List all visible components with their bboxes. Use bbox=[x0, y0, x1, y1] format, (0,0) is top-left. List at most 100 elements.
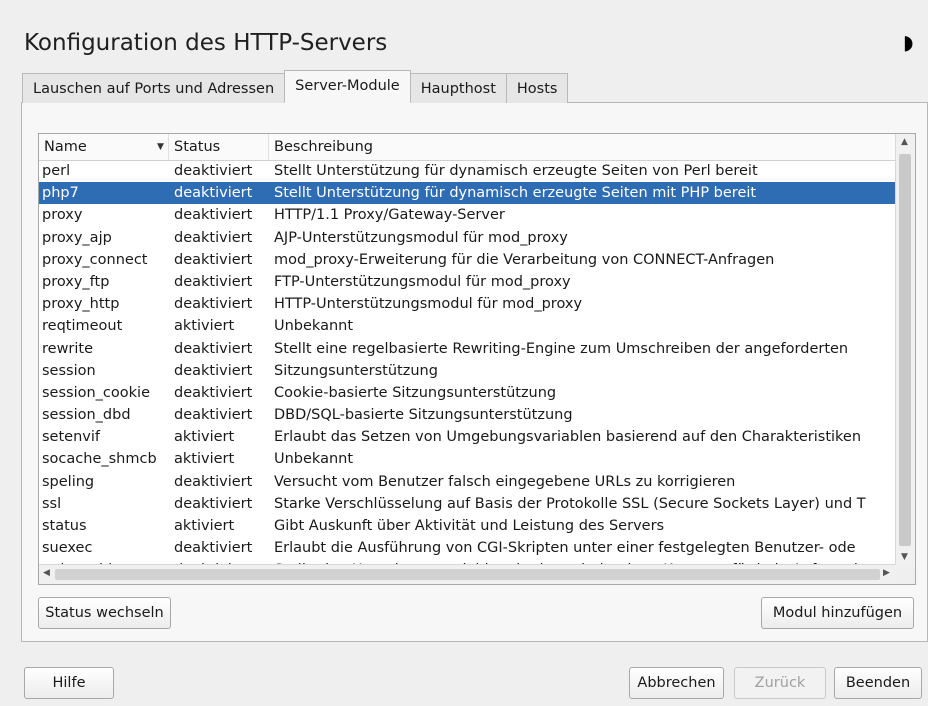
moon-icon: ◗ bbox=[903, 30, 914, 54]
cell-name: status bbox=[42, 518, 87, 534]
cell-name: proxy_ajp bbox=[42, 229, 112, 246]
button-label: Abbrechen bbox=[637, 675, 716, 691]
column-header-name[interactable]: Name bbox=[39, 134, 169, 160]
cell-description: Erlaubt das Setzen von Umgebungsvariable… bbox=[274, 429, 862, 446]
table-row[interactable]: setenvif aktiviert Erlaubt das Setzen von … bbox=[39, 426, 896, 448]
table-body: perl deaktiviert Stellt Unterstützung für … bbox=[39, 160, 896, 566]
cell-name: proxy_connect bbox=[42, 251, 148, 268]
cell-name: speling bbox=[42, 473, 95, 490]
cell-description: HTTP/1.1 Proxy/Gateway-Server bbox=[274, 207, 505, 224]
scroll-down-arrow-icon[interactable]: ▼ bbox=[901, 552, 908, 562]
cell-status: deaktiviert bbox=[174, 163, 253, 179]
cell-description: FTP-Unterstützungsmodul für mod_proxy bbox=[274, 273, 571, 290]
vertical-scrollbar[interactable]: ▲ ▼ bbox=[895, 134, 915, 566]
cell-name: session_cookie bbox=[42, 384, 150, 401]
cell-description: AJP-Unterstützungsmodul für mod_proxy bbox=[274, 229, 568, 246]
cell-description: Unbekannt bbox=[274, 451, 354, 468]
button-label: Status wechseln bbox=[45, 605, 164, 621]
cell-status: aktiviert bbox=[174, 451, 235, 468]
cell-name: proxy_http bbox=[42, 296, 120, 313]
column-label: Beschreibung bbox=[274, 139, 373, 155]
cell-name: perl bbox=[42, 163, 71, 179]
cell-status: deaktiviert bbox=[174, 340, 253, 357]
table-row[interactable]: suexec deaktiviert Erlaubt die Ausführung … bbox=[39, 537, 896, 559]
table-header: Name ▼ Status Beschreibung bbox=[39, 134, 896, 161]
cell-name: ssl bbox=[42, 495, 62, 512]
column-header-description[interactable]: Beschreibung bbox=[269, 134, 896, 160]
cell-description: Stellt Unterstützung für dynamisch erzeu… bbox=[274, 185, 757, 202]
cell-status: deaktiviert bbox=[174, 384, 253, 401]
table-row[interactable]: session deaktiviert Sitzungsunterstützung bbox=[39, 360, 896, 382]
cell-description: Starke Verschlüsselung auf Basis der Pro… bbox=[274, 495, 866, 512]
table-row[interactable]: proxy_ftp deaktiviert FTP-Unterstützungsmo… bbox=[39, 271, 896, 293]
table-row[interactable]: speling deaktiviert Versucht vom Benutzer … bbox=[39, 471, 896, 493]
cell-status: deaktiviert bbox=[174, 540, 253, 557]
cell-name: session_dbd bbox=[42, 407, 131, 424]
cell-name: php7 bbox=[42, 185, 79, 202]
dialog-window: Konfiguration des HTTP-Servers ◗ Lausche… bbox=[0, 0, 928, 706]
finish-button[interactable]: Beenden bbox=[834, 667, 922, 699]
tab-label: Lauschen auf Ports und Adressen bbox=[33, 81, 275, 97]
cell-status: deaktiviert bbox=[174, 273, 253, 290]
tab-main-host[interactable]: Haupthost bbox=[409, 73, 507, 103]
tab-bar: Lauschen auf Ports und Adressen Server-M… bbox=[22, 70, 569, 103]
cell-description: Gibt Auskunft über Aktivität und Leistun… bbox=[274, 518, 665, 534]
horizontal-scrollbar[interactable]: ◀ ▶ bbox=[39, 564, 896, 584]
tab-ports-addresses[interactable]: Lauschen auf Ports und Adressen bbox=[22, 73, 286, 103]
cell-description: Stellt Unterstützung für dynamisch erzeu… bbox=[274, 163, 758, 179]
sort-down-icon: ▼ bbox=[157, 142, 164, 152]
cell-description: Unbekannt bbox=[274, 318, 354, 335]
cell-name: proxy_ftp bbox=[42, 273, 110, 290]
table-row[interactable]: proxy deaktiviert HTTP/1.1 Proxy/Gateway-S… bbox=[39, 204, 896, 226]
tab-label: Haupthost bbox=[420, 81, 496, 97]
modules-table: Name ▼ Status Beschreibung perl deaktivie… bbox=[38, 133, 916, 585]
cell-description: DBD/SQL-basierte Sitzungsunterstützung bbox=[274, 407, 573, 424]
table-row[interactable]: session_cookie deaktiviert Cookie-basierte… bbox=[39, 382, 896, 404]
table-row[interactable]: proxy_connect deaktiviert mod_proxy-Erweit… bbox=[39, 249, 896, 271]
cell-name: setenvif bbox=[42, 429, 100, 446]
table-row[interactable]: session_dbd deaktiviert DBD/SQL-basierte S… bbox=[39, 404, 896, 426]
scroll-up-arrow-icon[interactable]: ▲ bbox=[901, 137, 908, 147]
cell-name: socache_shmcb bbox=[42, 451, 157, 468]
table-row[interactable]: proxy_http deaktiviert HTTP-Unterstützungs… bbox=[39, 293, 896, 315]
cell-description: Stellt eine regelbasierte Rewriting-Engi… bbox=[274, 340, 849, 357]
cell-status: deaktiviert bbox=[174, 407, 253, 424]
table-row[interactable]: socache_shmcb aktiviert Unbekannt bbox=[39, 448, 896, 470]
table-row[interactable]: perl deaktiviert Stellt Unterstützung für … bbox=[39, 160, 896, 182]
cell-name: suexec bbox=[42, 540, 93, 557]
cell-status: aktiviert bbox=[174, 429, 235, 446]
help-button[interactable]: Hilfe bbox=[24, 667, 114, 699]
column-header-status[interactable]: Status bbox=[169, 134, 269, 160]
button-label: Zurück bbox=[754, 675, 806, 691]
column-label: Name bbox=[44, 139, 87, 155]
table-row[interactable]: status aktiviert Gibt Auskunft über Aktivi… bbox=[39, 515, 896, 537]
back-button[interactable]: Zurück bbox=[734, 667, 826, 699]
scroll-corner bbox=[896, 565, 915, 584]
cell-name: session bbox=[42, 362, 96, 379]
cell-status: deaktiviert bbox=[174, 207, 253, 224]
cancel-button[interactable]: Abbrechen bbox=[629, 667, 724, 699]
button-label: Hilfe bbox=[52, 675, 86, 691]
table-row[interactable]: reqtimeout aktiviert Unbekannt bbox=[39, 315, 896, 337]
table-row[interactable]: proxy_ajp deaktiviert AJP-Unterstützungsmo… bbox=[39, 227, 896, 249]
cell-status: deaktiviert bbox=[174, 296, 253, 313]
cell-description: Versucht vom Benutzer falsch eingegebene… bbox=[274, 473, 736, 490]
tab-server-modules[interactable]: Server-Module bbox=[284, 70, 411, 103]
cell-name: proxy bbox=[42, 207, 83, 224]
column-label: Status bbox=[174, 139, 221, 155]
table-row[interactable]: rewrite deaktiviert Stellt eine regelbasie… bbox=[39, 338, 896, 360]
cell-status: deaktiviert bbox=[174, 229, 253, 246]
vertical-scroll-thumb[interactable] bbox=[899, 154, 911, 546]
table-row[interactable]: ssl deaktiviert Starke Verschlüsselung auf… bbox=[39, 493, 896, 515]
add-module-button[interactable]: Modul hinzufügen bbox=[761, 597, 914, 629]
tab-label: Hosts bbox=[516, 81, 558, 97]
scroll-left-arrow-icon[interactable]: ◀ bbox=[43, 568, 50, 578]
toggle-status-button[interactable]: Status wechseln bbox=[38, 597, 171, 629]
table-row[interactable]: php7 deaktiviert Stellt Unterstützung für … bbox=[39, 182, 896, 205]
tab-hosts[interactable]: Hosts bbox=[505, 73, 569, 103]
cell-description: HTTP-Unterstützungsmodul für mod_proxy bbox=[274, 296, 583, 313]
scroll-right-arrow-icon[interactable]: ▶ bbox=[883, 568, 890, 578]
cell-name: reqtimeout bbox=[42, 318, 123, 335]
horizontal-scroll-thumb[interactable] bbox=[55, 569, 880, 580]
cell-status: aktiviert bbox=[174, 518, 235, 534]
